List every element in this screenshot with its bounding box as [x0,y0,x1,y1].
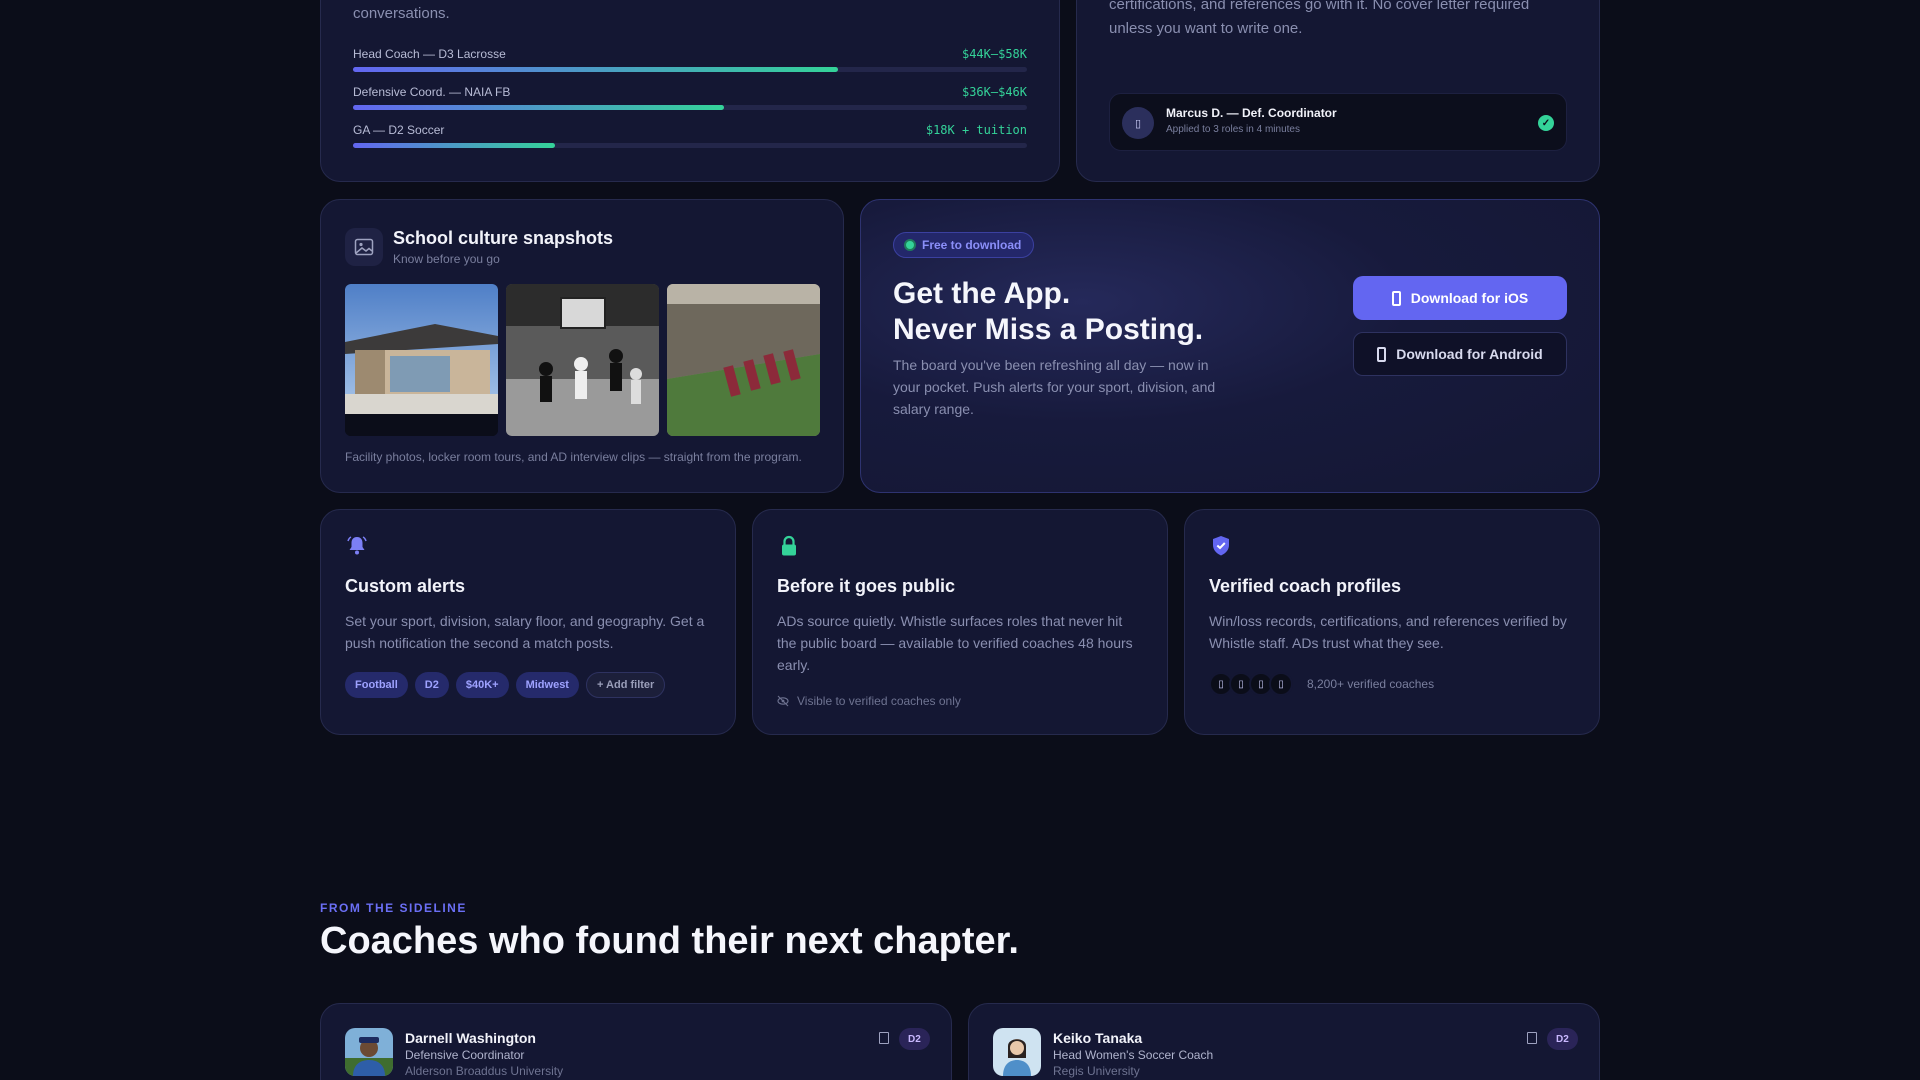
verified-profiles-title: Verified coach profiles [1209,576,1402,596]
salary-fill [353,143,556,148]
section-title: Coaches who found their next chapter. [320,920,1019,962]
testimonial-school: Alderson Broaddus University [405,1064,564,1078]
add-filter-button[interactable]: + Add filter [585,672,666,698]
facility-photo[interactable] [345,284,498,436]
custom-alerts-description: Set your sport, division, salary floor, … [345,613,705,651]
salary-track [353,105,1027,110]
salary-amount: $36K–$46K [961,85,1027,99]
verified-profiles-card: Verified coach profiles Win/loss records… [1184,509,1600,735]
applicant-subtext: Applied to 3 roles in 4 minutes [1166,124,1300,135]
one-click-apply-card: certifications, and references go with i… [1076,0,1600,182]
avatar [993,1028,1041,1076]
applicant-name: Marcus D. — Def. Coordinator [1166,106,1337,120]
section-eyebrow: FROM THE SIDELINE [320,901,467,915]
free-download-badge: Free to download [893,232,1035,258]
download-ios-label: Download for iOS [1410,290,1529,306]
before-public-title: Before it goes public [777,576,956,596]
salary-role: Head Coach — D3 Lacrosse [353,47,506,61]
visibility-note: Visible to verified coaches only [777,694,961,708]
status-dot-icon [904,239,916,251]
filter-chips: Football D2 $40K+ Midwest + Add filter [345,672,666,698]
before-public-card: Before it goes public ADs source quietly… [752,509,1168,735]
avatar [345,1028,393,1076]
filter-chip[interactable]: D2 [414,672,449,698]
get-app-card: Free to download Get the App. Never Miss… [860,199,1600,493]
lock-icon [782,535,796,556]
apply-description: certifications, and references go with i… [1109,0,1530,37]
badge-label: Free to download [922,238,1022,252]
custom-alerts-title: Custom alerts [345,576,466,596]
verified-profiles-description: Win/loss records, certifications, and re… [1209,613,1567,651]
salary-intro: conversations. [353,5,450,22]
app-title: Get the App. Never Miss a Posting. [893,276,1203,348]
stadium-photo[interactable] [667,284,820,436]
app-title-line-1: Get the App. [893,277,1071,310]
testimonial-role: Defensive Coordinator [405,1048,525,1062]
shield-check-icon [1213,536,1229,556]
salary-track [353,143,1027,148]
check-icon: ✓ [1538,115,1554,131]
salary-fill [353,67,839,72]
eye-off-icon [777,695,789,707]
snapshots-title: School culture snapshots [393,228,614,248]
salary-card: conversations. Head Coach — D3 Lacrosse … [320,0,1060,182]
custom-alerts-card: Custom alerts Set your sport, division, … [320,509,736,735]
quote-icon [879,1032,889,1044]
before-public-description: ADs source quietly. Whistle surfaces rol… [777,613,1133,673]
salary-fill [353,105,724,110]
salary-amount: $18K + tuition [925,123,1027,137]
filter-chip[interactable]: $40K+ [455,672,509,698]
visibility-note-label: Visible to verified coaches only [797,694,961,708]
testimonial-name: Darnell Washington [405,1030,536,1046]
app-title-line-2: Never Miss a Posting. [893,313,1204,346]
snapshots-caption: Facility photos, locker room tours, and … [345,450,802,464]
applicant-row: ▯ Marcus D. — Def. Coordinator Applied t… [1109,93,1567,151]
testimonial-role: Head Women's Soccer Coach [1053,1048,1214,1062]
download-android-button[interactable]: Download for Android [1353,332,1567,376]
school-culture-card: School culture snapshots Know before you… [320,199,844,493]
snapshots-subtitle: Know before you go [393,252,500,266]
bell-icon [347,536,367,555]
testimonial-school: Regis University [1053,1064,1140,1078]
phone-icon [1377,346,1387,362]
salary-track [353,67,1027,72]
quote-icon [1527,1032,1537,1044]
download-ios-button[interactable]: Download for iOS [1353,276,1567,320]
salary-role: GA — D2 Soccer [353,123,445,137]
filter-chip[interactable]: Midwest [515,672,579,698]
testimonial-name: Keiko Tanaka [1053,1030,1143,1046]
image-icon [345,228,383,266]
app-description: The board you've been refreshing all day… [893,357,1216,417]
testimonial-card: Keiko Tanaka Head Women's Soccer Coach R… [968,1003,1600,1080]
division-badge: D2 [1547,1028,1578,1050]
verified-avatars: ▯ ▯ ▯ ▯ 8,200+ verified coaches [1209,672,1434,696]
basketball-photo[interactable] [506,284,659,436]
division-badge: D2 [899,1028,930,1050]
salary-amount: $44K–$58K [961,47,1027,61]
avatar: ▯ [1122,107,1154,139]
testimonial-card: Darnell Washington Defensive Coordinator… [320,1003,952,1080]
download-android-label: Download for Android [1396,346,1543,362]
verified-count: 8,200+ verified coaches [1307,677,1435,691]
avatar: ▯ [1269,672,1293,696]
filter-chip[interactable]: Football [345,672,408,698]
phone-icon [1391,290,1401,306]
salary-role: Defensive Coord. — NAIA FB [353,85,511,99]
